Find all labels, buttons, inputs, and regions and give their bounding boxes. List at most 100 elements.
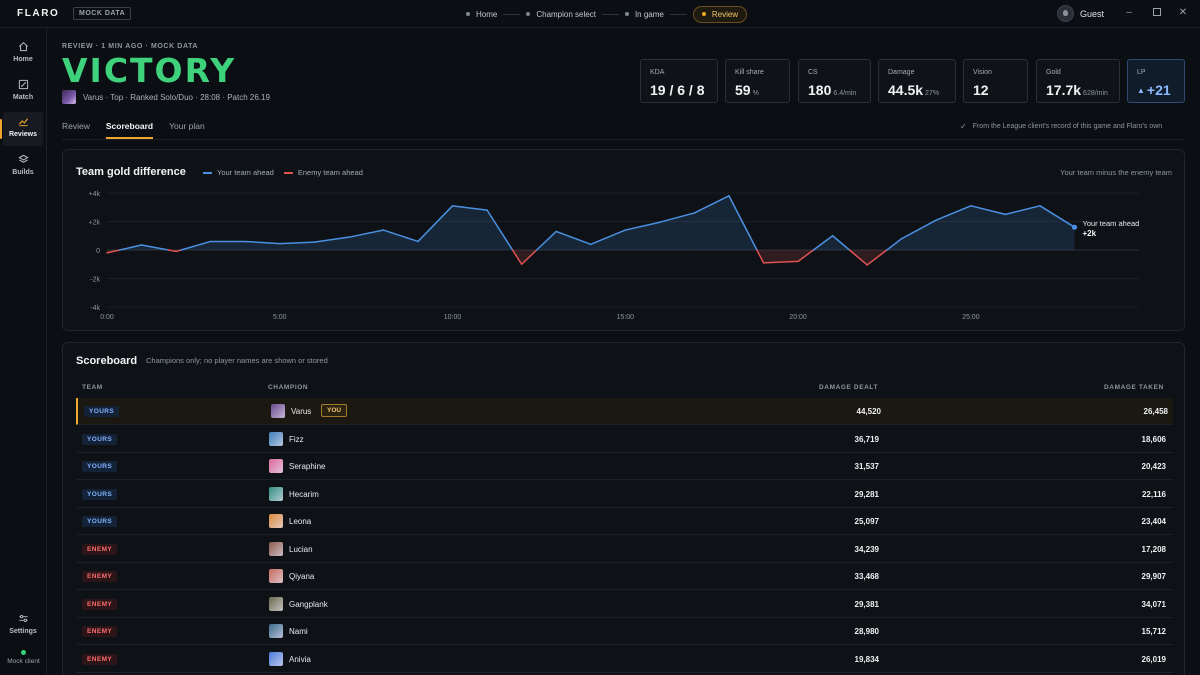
damage-dealt-value: 31,537 — [854, 462, 879, 471]
step-review[interactable]: Review — [692, 5, 748, 23]
sidebar-item-settings[interactable]: Settings — [3, 609, 43, 643]
x-tick-label: 10:00 — [444, 314, 462, 321]
tab-review[interactable]: Review — [62, 121, 90, 139]
tab-scoreboard[interactable]: Scoreboard — [105, 121, 154, 139]
stat-label: LP — [1137, 69, 1146, 76]
table-row[interactable]: YOURS Fizz 36,719 18,606 — [76, 426, 1173, 453]
match-result: VICTORY — [62, 51, 237, 90]
area-ahead — [452, 205, 488, 250]
area-ahead — [417, 205, 453, 250]
table-row[interactable]: ENEMY Qiyana 33,468 29,907 — [76, 563, 1173, 590]
end-point-marker — [1071, 224, 1078, 230]
champion-portrait-icon — [269, 541, 283, 556]
sidebar: Home Match Reviews Builds Settings Mock … — [0, 28, 47, 675]
minimize-icon[interactable]: – — [1124, 8, 1134, 18]
step-in-game[interactable]: In game — [624, 10, 664, 19]
table-row[interactable]: YOURS Leona 25,097 23,404 — [76, 508, 1173, 535]
champion-portrait-icon — [62, 90, 76, 104]
table-row[interactable]: YOURS Hecarim 29,281 22,116 — [76, 481, 1173, 508]
damage-dealt-value: 29,281 — [854, 489, 879, 499]
champion-portrait-icon — [269, 459, 283, 473]
column-header-damage-dealt: DAMAGE DEALT — [819, 384, 879, 391]
y-tick-label: +4k — [89, 191, 101, 198]
source-note-text: From the League client's record of this … — [972, 123, 1163, 130]
y-tick-label: 0 — [96, 248, 100, 255]
stat-label: Kill share — [735, 69, 764, 76]
step-dot-icon — [624, 12, 629, 16]
damage-taken-value: 17,208 — [1141, 544, 1166, 554]
damage-taken-value: 23,404 — [1141, 517, 1166, 526]
client-status-label: Mock client — [7, 658, 40, 665]
step-dot-icon — [701, 12, 706, 16]
scoreboard-panel: Scoreboard Champions only; no player nam… — [62, 342, 1185, 675]
stat-number: 19 / 6 / 8 — [650, 82, 705, 98]
close-icon[interactable]: ✕ — [1178, 8, 1188, 18]
champion-portrait-icon — [269, 486, 283, 501]
home-icon — [18, 41, 28, 52]
sidebar-item-label: Match — [12, 94, 34, 101]
sidebar-item-match[interactable]: Match — [3, 75, 43, 109]
stat-number: 12 — [973, 82, 989, 98]
step-label: Review — [711, 9, 739, 19]
step-label: Champion select — [536, 9, 596, 19]
status-dot-icon — [21, 650, 26, 655]
damage-dealt-value: 29,381 — [854, 599, 879, 609]
team-badge: ENEMY — [82, 543, 118, 555]
review-tabs: Review Scoreboard Your plan — [62, 121, 221, 139]
stat-value: 180 6.4/min — [808, 82, 856, 98]
gold-difference-chart: +4k +2k 0 -2k -4k0:00 5:00 10:00 15:00 20:00 25:0… — [89, 191, 1140, 321]
match-meta: Varus · Top · Ranked Solo/Duo · 28:08 · … — [62, 90, 270, 104]
champion-name: Lucian — [289, 544, 313, 554]
stat-sub: 6.4/min — [833, 90, 857, 97]
area-ahead — [659, 212, 695, 250]
sidebar-item-home[interactable]: Home — [3, 37, 43, 71]
damage-taken-value: 18,606 — [1141, 434, 1166, 444]
damage-taken-value: 26,019 — [1141, 654, 1166, 664]
step-champion-select[interactable]: Champion select — [526, 10, 596, 19]
scoreboard-subtitle: Champions only; no player names are show… — [146, 356, 328, 365]
stat-label: Vision — [973, 69, 992, 76]
champion-name: Nami — [289, 627, 308, 636]
chart-legend: Your team ahead Enemy team ahead — [203, 168, 373, 177]
column-header-team: TEAM — [82, 384, 103, 391]
table-row[interactable]: ENEMY Anivia 19,834 26,019 — [76, 646, 1173, 673]
maximize-icon[interactable] — [1152, 8, 1162, 18]
legend-swatch — [283, 171, 293, 174]
stat-label: Gold — [1046, 69, 1061, 76]
stat-sub: 27% — [925, 90, 940, 97]
step-dot-icon — [466, 12, 470, 16]
sidebar-item-builds[interactable]: Builds — [3, 150, 43, 184]
table-row[interactable]: ENEMY Lucian 34,239 17,208 — [76, 536, 1173, 563]
x-tick-label: 5:00 — [273, 314, 287, 321]
legend-item-behind: Enemy team ahead — [283, 168, 363, 177]
champion-name: Fizz — [289, 434, 304, 444]
stat-number: 44.5k — [888, 82, 924, 98]
team-badge: ENEMY — [82, 653, 118, 665]
stat-value: ▲ +21 — [1137, 82, 1171, 98]
mock-data-badge: MOCK DATA — [73, 7, 132, 20]
legend-item-ahead: Your team ahead — [203, 168, 274, 177]
team-badge: YOURS — [82, 461, 118, 472]
match-icon — [18, 79, 28, 90]
champion-portrait-icon — [269, 596, 283, 611]
table-row[interactable]: YOURS Seraphine 31,537 20,423 — [76, 453, 1173, 480]
table-row[interactable]: ENEMY Gangplank 29,381 34,071 — [76, 591, 1173, 618]
y-tick-label: -2k — [90, 277, 100, 284]
step-dot-icon — [526, 12, 531, 16]
avatar — [1057, 5, 1074, 22]
sidebar-item-reviews[interactable]: Reviews — [0, 112, 43, 146]
tab-your-plan[interactable]: Your plan — [169, 121, 205, 139]
table-row[interactable]: ENEMY Nami 28,980 15,712 — [76, 618, 1173, 645]
arrow-up-icon: ▲ — [1137, 86, 1145, 95]
stat-kda: KDA 19 / 6 / 8 — [640, 59, 718, 103]
champion-name: Gangplank — [289, 599, 328, 609]
step-home[interactable]: Home — [466, 10, 497, 19]
champion-name: Leona — [289, 517, 312, 526]
user-menu[interactable]: Guest — [1057, 5, 1104, 22]
stat-value: 44.5k 27% — [888, 82, 939, 98]
stat-label: Damage — [888, 69, 915, 76]
match-meta-text: Varus · Top · Ranked Solo/Duo · 28:08 · … — [83, 92, 270, 102]
champion-name: Seraphine — [289, 462, 326, 471]
table-row[interactable]: YOURS Varus YOU 44,520 26,458 — [76, 398, 1173, 425]
stat-sub: 628/min — [1083, 90, 1108, 97]
